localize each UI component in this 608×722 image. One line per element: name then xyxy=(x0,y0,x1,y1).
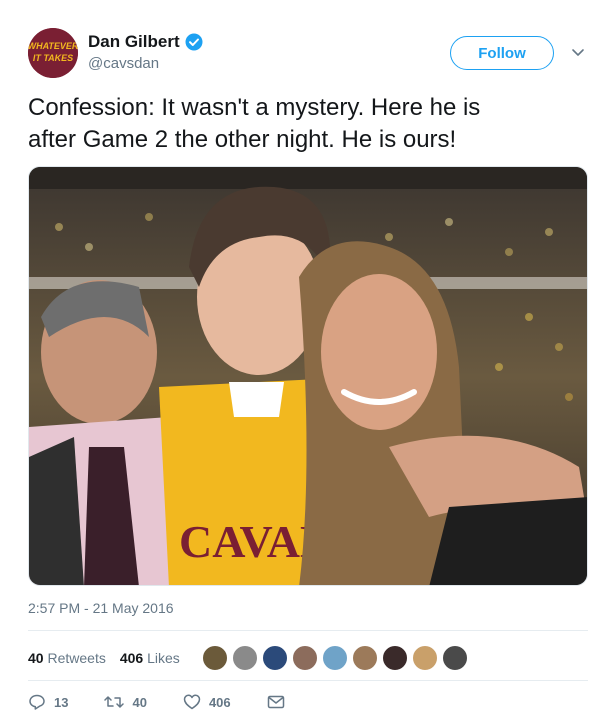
retweet-button[interactable]: 40 xyxy=(104,693,147,711)
tweet-photo[interactable]: CAVALIE xyxy=(28,166,588,586)
retweets-stat[interactable]: 40 Retweets xyxy=(28,650,106,666)
user-handle[interactable]: @cavsdan xyxy=(88,55,203,72)
display-name-row[interactable]: Dan Gilbert xyxy=(88,32,203,52)
tweet-text: Confession: It wasn't a mystery. Here he… xyxy=(28,92,588,156)
display-name[interactable]: Dan Gilbert xyxy=(88,32,180,52)
tweet-text-line-2: after Game 2 the other night. He is ours… xyxy=(28,126,457,153)
reply-count: 13 xyxy=(54,694,69,710)
liker-avatar[interactable] xyxy=(201,645,228,671)
liker-avatar[interactable] xyxy=(261,645,288,671)
user-names: Dan Gilbert @cavsdan xyxy=(88,32,203,72)
liker-avatar[interactable] xyxy=(231,645,258,671)
liker-avatar[interactable] xyxy=(381,645,408,671)
likes-label: Likes xyxy=(147,650,180,666)
tweet-text-line-1: Confession: It wasn't a mystery. Here he… xyxy=(28,94,481,121)
liker-avatar[interactable] xyxy=(291,645,318,671)
retweets-count: 40 xyxy=(28,650,44,666)
tweet-actions: 13 40 406 xyxy=(28,690,588,714)
liker-avatar[interactable] xyxy=(441,645,468,671)
avatar-logo-text-2: IT TAKES xyxy=(33,53,73,63)
tweet-timestamp[interactable]: 2:57 PM - 21 May 2016 xyxy=(28,600,174,616)
follow-button[interactable]: Follow xyxy=(450,36,554,70)
reply-icon xyxy=(29,694,45,710)
like-button[interactable]: 406 xyxy=(183,693,231,711)
reply-button[interactable]: 13 xyxy=(28,693,68,711)
retweet-count: 40 xyxy=(132,694,147,710)
chevron-down-icon[interactable] xyxy=(570,44,586,60)
likes-stat[interactable]: 406 Likes xyxy=(120,650,180,666)
retweet-icon xyxy=(104,696,125,708)
liker-avatar[interactable] xyxy=(411,645,438,671)
engagement-stats: 40 Retweets 406 Likes xyxy=(28,642,588,674)
envelope-icon xyxy=(267,695,284,709)
like-count: 406 xyxy=(208,694,231,710)
liker-avatars xyxy=(201,645,468,671)
liker-avatar[interactable] xyxy=(321,645,348,671)
verified-badge-icon xyxy=(185,33,203,51)
divider xyxy=(28,680,588,681)
avatar[interactable]: WHATEVER IT TAKES xyxy=(28,28,78,78)
retweets-label: Retweets xyxy=(47,650,106,666)
tweet-header: WHATEVER IT TAKES Dan Gilbert @cavsdan F… xyxy=(28,28,588,82)
likes-count: 406 xyxy=(119,650,144,666)
avatar-logo-text-1: WHATEVER xyxy=(28,41,78,51)
divider xyxy=(28,630,588,631)
heart-icon xyxy=(183,694,201,710)
liker-avatar[interactable] xyxy=(351,645,378,671)
direct-message-button[interactable] xyxy=(267,694,293,710)
